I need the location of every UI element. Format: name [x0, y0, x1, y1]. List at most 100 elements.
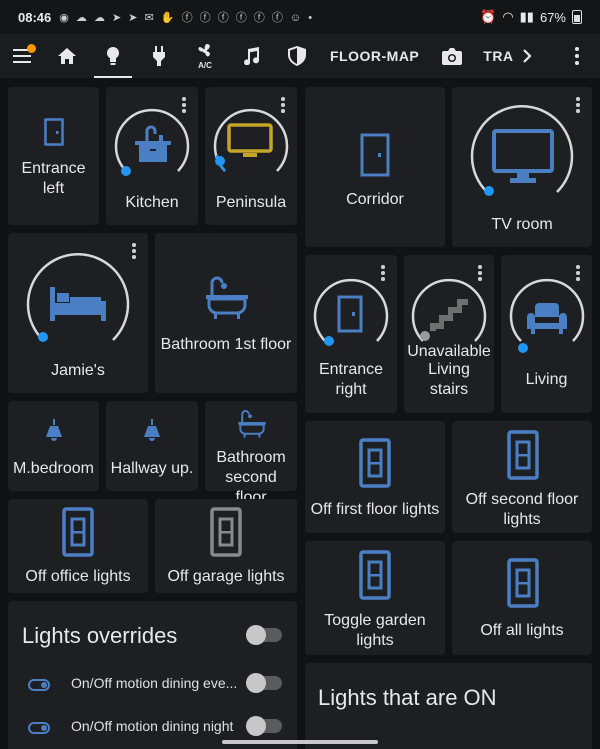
kitchen-sink-icon [135, 125, 171, 162]
more-icon[interactable] [576, 97, 580, 113]
lightbulb-icon [107, 47, 119, 65]
light-card-jamies[interactable]: Jamie's [8, 233, 148, 393]
tv-icon [227, 123, 273, 157]
light-switch-icon [359, 550, 391, 600]
tab-lights[interactable] [90, 34, 136, 78]
tab-power[interactable] [136, 34, 182, 78]
tab-floor-map[interactable]: FLOOR-MAP [320, 34, 429, 78]
shield-icon [288, 46, 306, 66]
overrides-master-toggle[interactable] [246, 625, 282, 645]
bed-icon [50, 287, 106, 321]
card-label: Living [525, 371, 568, 388]
plug-icon [153, 46, 165, 66]
wifi-icon: ◠ [502, 9, 514, 24]
door-icon [337, 295, 363, 333]
switch-card-toggle-garden-lights[interactable]: Toggle garden lights [305, 541, 445, 655]
override-toggle-dining-evening[interactable] [246, 673, 282, 693]
card-label: Jamie's [51, 362, 105, 379]
light-switch-icon [359, 438, 391, 488]
card-label: Off office lights [25, 568, 131, 585]
music-icon [244, 47, 260, 65]
clock: 08:46 [18, 9, 52, 25]
light-card-m-bedroom[interactable]: M.bedroom [8, 401, 99, 491]
card-label: Living stairs [428, 361, 470, 398]
battery-icon [572, 10, 582, 24]
tab-tra[interactable]: TRA [475, 34, 515, 78]
bathtub-icon [238, 410, 266, 438]
card-label: M.bedroom [13, 460, 94, 477]
app-bar: A/C FLOOR-MAP TRA [0, 34, 600, 78]
ceiling-light-icon [144, 419, 160, 441]
ceiling-light-icon [46, 419, 62, 441]
switch-card-off-first-floor-lights[interactable]: Off first floor lights [305, 421, 445, 533]
switch-card-off-office-lights[interactable]: Off office lights [8, 499, 148, 593]
card-label: Peninsula [215, 194, 287, 211]
light-card-living-stairs[interactable]: Unavailable Living stairs [404, 255, 494, 413]
bathtub-icon [206, 276, 248, 319]
card-label: Hallway up. [110, 460, 194, 477]
light-switch-icon [62, 507, 94, 557]
lights-on-card: Lights that are ON [305, 663, 592, 749]
sofa-icon [527, 303, 567, 334]
tab-home[interactable] [44, 34, 90, 78]
overrides-title: Lights overrides [22, 623, 178, 648]
gesture-home-bar[interactable] [222, 740, 378, 744]
light-card-entrance-right[interactable]: Entrance right [305, 255, 397, 413]
alarm-icon: ⏰ [480, 9, 497, 24]
toggle-switch-icon [28, 722, 50, 734]
card-label: Bathroom 1st floor [160, 336, 292, 353]
switch-card-off-second-floor-lights[interactable]: Off second floor lights [452, 421, 592, 533]
system-icons: ⏰ ◠ ▮▮ 67% [480, 9, 582, 25]
card-label: TV room [491, 216, 553, 233]
light-card-tv-room[interactable]: TV room [452, 87, 592, 247]
toggle-switch-icon [28, 679, 50, 691]
tab-camera[interactable] [429, 34, 475, 78]
light-card-bathroom-1st-floor[interactable]: Bathroom 1st floor [155, 233, 297, 393]
card-label: Corridor [346, 191, 404, 208]
ac-fan-icon: A/C [198, 44, 212, 69]
tabs-scroll-right[interactable] [516, 34, 538, 78]
light-card-living[interactable]: Living [501, 255, 592, 413]
card-label: Off second floor lights [465, 491, 579, 528]
override-toggle-dining-night[interactable] [246, 716, 282, 736]
switch-card-off-garage-lights[interactable]: Off garage lights [155, 499, 297, 593]
svg-text:A/C: A/C [198, 61, 212, 69]
light-card-entrance-left[interactable]: Entrance left [8, 87, 99, 225]
more-icon[interactable] [132, 243, 136, 259]
home-icon [58, 48, 76, 64]
overflow-menu-button[interactable] [554, 34, 600, 78]
override-row-label: On/Off motion dining eve... [71, 675, 238, 691]
notification-icons: ◉ ☁ ☁ ➤ ➤ ✉ ✋ ⓕ ⓕ ⓕ ⓕ ⓕ ⓕ ☺ • [59, 12, 315, 24]
light-card-bathroom-second-floor[interactable]: Bathroom second floor [205, 401, 297, 506]
camera-icon [442, 47, 463, 65]
stairs-icon [430, 299, 468, 331]
card-label: Entrance right [318, 361, 384, 398]
light-switch-icon [507, 430, 539, 480]
card-label: Off all lights [480, 622, 564, 639]
notification-dot [27, 44, 36, 53]
more-vert-icon [575, 47, 579, 65]
switch-card-off-all-lights[interactable]: Off all lights [452, 541, 592, 655]
light-switch-icon [507, 558, 539, 608]
status-bar: 08:46 ◉ ☁ ☁ ➤ ➤ ✉ ✋ ⓕ ⓕ ⓕ ⓕ ⓕ ⓕ ☺ • ⏰ ◠ … [0, 0, 600, 34]
light-switch-icon [210, 507, 242, 557]
light-card-corridor[interactable]: Corridor [305, 87, 445, 247]
signal-icon: ▮▮ [519, 9, 534, 24]
card-label: Kitchen [125, 194, 179, 211]
light-card-hallway-up[interactable]: Hallway up. [106, 401, 198, 491]
chevron-right-icon [522, 49, 532, 63]
tab-music[interactable] [228, 34, 274, 78]
light-card-kitchen[interactable]: Kitchen [106, 87, 198, 225]
lights-on-title: Lights that are ON [318, 685, 497, 710]
card-label: Off first floor lights [310, 501, 440, 518]
tab-climate[interactable]: A/C [182, 34, 228, 78]
override-row-label: On/Off motion dining night [71, 718, 234, 734]
door-icon [360, 133, 390, 177]
tab-security[interactable] [274, 34, 320, 78]
card-label: Entrance left [21, 160, 86, 197]
card-label: Toggle garden lights [324, 612, 426, 649]
card-state: Unavailable [407, 343, 491, 360]
menu-button[interactable] [0, 34, 44, 78]
light-card-peninsula[interactable]: Peninsula [205, 87, 297, 225]
overrides-card: Lights overrides On/Off motion dining ev… [8, 601, 297, 749]
